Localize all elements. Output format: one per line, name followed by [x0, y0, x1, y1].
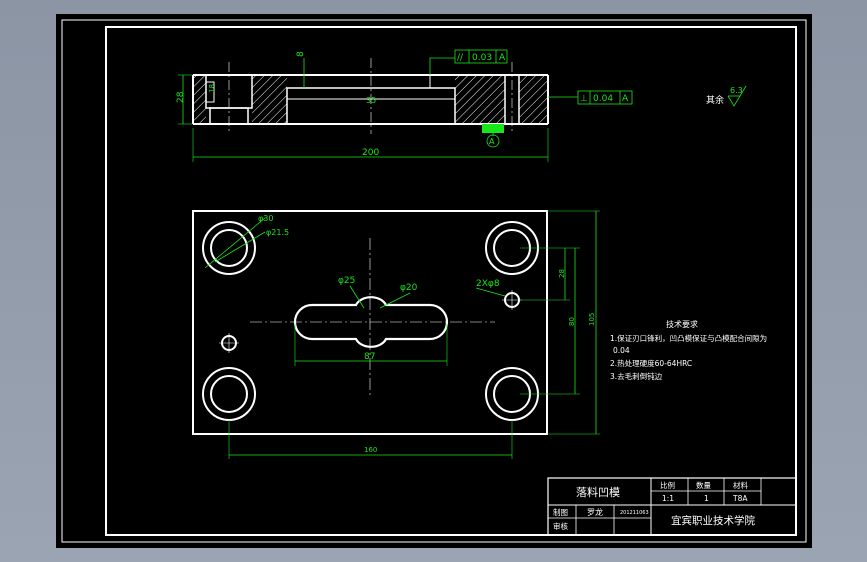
tb-drawn-id: 201211063: [620, 510, 649, 516]
inner-frame: [105, 26, 797, 536]
drawing-canvas: 8 28 18 35 200 // 0.03 A ⊥ 0.04 A A 其余 6…: [61, 19, 807, 543]
datum-a: A: [482, 124, 504, 148]
plan-view: [192, 210, 548, 435]
notes-line-2: 0.04: [613, 346, 630, 355]
parallelism-frame: // 0.03 A: [429, 49, 508, 75]
roughness-symbol: 其余 6.3: [706, 85, 747, 107]
tb-check-label: 审核: [553, 521, 568, 531]
dim-160: 160: [364, 446, 377, 454]
title-block: 落料凹模 比例 数量 材料 1:1 1 T8A 制图 罗龙 201211063 …: [547, 477, 797, 536]
dim-8: 8: [296, 51, 306, 57]
tb-school: 宜宾职业技术学院: [671, 514, 755, 527]
dim-phi25: φ25: [338, 276, 355, 286]
perp-symbol: ⊥: [580, 94, 588, 104]
plan-dimensions: φ30 φ21.5 φ25 φ20 2Xφ8 87 160 28 80 105: [204, 210, 600, 459]
tb-scale-value: 1:1: [662, 494, 674, 503]
dim-2xphi8: 2Xφ8: [476, 279, 500, 289]
datum-label: A: [489, 137, 495, 146]
technical-notes: 技术要求 1.保证刃口锋利，凹凸模保证与凸模配合间隙为 0.04 2.热处理硬度…: [610, 319, 767, 381]
roughness-value: 6.3: [730, 86, 743, 95]
dim-35: 35: [366, 96, 376, 105]
notes-title: 技术要求: [666, 319, 698, 329]
dim-18: 18: [208, 84, 216, 93]
tb-material-label: 材料: [733, 480, 748, 490]
dim-200: 200: [362, 148, 379, 158]
roughness-prefix: 其余: [706, 94, 724, 106]
notes-line-3: 2.热处理硬度60-64HRC: [610, 358, 692, 368]
dim-phi30: φ30: [258, 214, 273, 223]
outer-frame: [61, 19, 807, 543]
dim-phi21-5: φ21.5: [266, 228, 289, 237]
tb-scale-label: 比例: [660, 480, 675, 490]
parallel-value: 0.03: [472, 53, 492, 63]
tb-drawn-label: 制图: [553, 507, 568, 517]
dim-105: 105: [588, 313, 596, 326]
parallel-symbol: //: [457, 53, 464, 63]
dim-80: 80: [568, 317, 576, 326]
perpendicularity-frame: ⊥ 0.04 A: [548, 90, 633, 105]
tb-qty-value: 1: [704, 494, 709, 503]
dim-28-right: 28: [558, 269, 566, 278]
cad-viewport[interactable]: 8 28 18 35 200 // 0.03 A ⊥ 0.04 A A 其余 6…: [0, 0, 867, 562]
tb-drawn-name: 罗龙: [587, 507, 603, 517]
notes-line-1: 1.保证刃口锋利，凹凸模保证与凸模配合间隙为: [610, 333, 767, 343]
dim-phi20: φ20: [400, 283, 418, 293]
tb-part-name: 落料凹模: [576, 485, 620, 499]
notes-line-4: 3.去毛刺倒钝边: [610, 371, 663, 381]
tb-material-value: T8A: [732, 494, 748, 503]
perp-value: 0.04: [593, 94, 613, 104]
tb-qty-label: 数量: [696, 480, 711, 490]
parallel-datum: A: [499, 53, 506, 63]
perp-datum: A: [622, 94, 629, 104]
dim-28-height: 28: [176, 91, 186, 103]
dim-87: 87: [364, 352, 375, 362]
counterbore-bl: [202, 367, 256, 421]
drawing-sheet: 8 28 18 35 200 // 0.03 A ⊥ 0.04 A A 其余 6…: [56, 14, 812, 548]
